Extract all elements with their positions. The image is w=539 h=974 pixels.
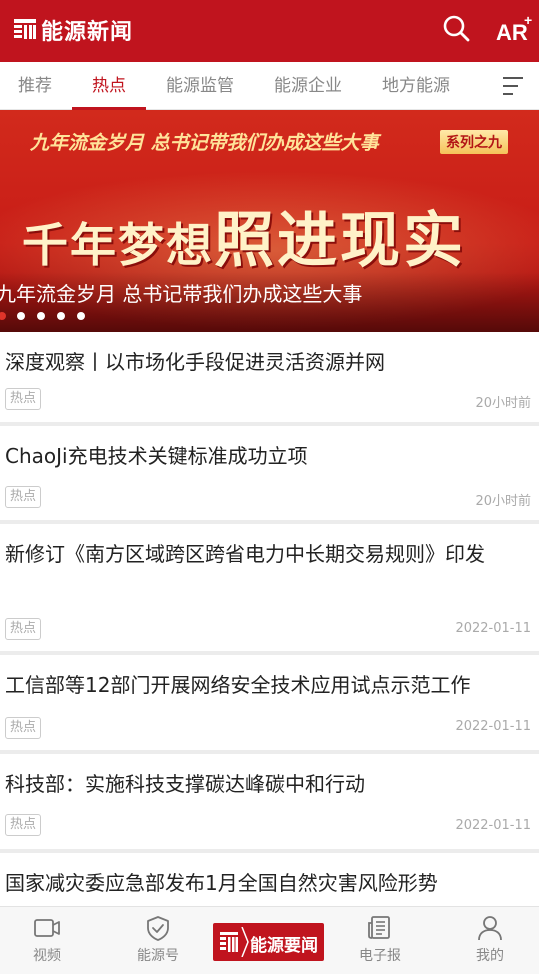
tab-energy-enterprise[interactable]: 能源企业 bbox=[274, 62, 342, 110]
news-title: ChaoJi充电技术关键标准成功立项 bbox=[5, 444, 308, 468]
news-title: 国家减灾委应急部发布1月全国自然灾害风险形势 bbox=[5, 871, 438, 895]
news-item[interactable]: 深度观察丨以市场化手段促进灵活资源并网 热点 20小时前 bbox=[0, 332, 539, 426]
app-logo: 能源新闻 bbox=[14, 14, 133, 46]
news-item[interactable]: 工信部等12部门开展网络安全技术应用试点示范工作 热点 2022-01-11 bbox=[0, 655, 539, 754]
news-item[interactable]: 国家减灾委应急部发布1月全国自然灾害风险形势 bbox=[0, 853, 539, 913]
nav-mine-label: 我的 bbox=[476, 948, 504, 964]
category-tabs: 推荐 热点 能源监管 能源企业 地方能源 bbox=[0, 62, 539, 110]
tab-recommend[interactable]: 推荐 bbox=[18, 62, 52, 110]
ar-button[interactable]: AR + bbox=[494, 12, 534, 48]
news-title: 科技部：实施科技支撑碳达峰碳中和行动 bbox=[5, 772, 365, 796]
video-icon bbox=[34, 919, 60, 937]
nav-energy-headlines[interactable]: 能源要闻 bbox=[213, 923, 324, 961]
banner-headline-part2: 照进现实 bbox=[214, 206, 466, 276]
tab-energy-regulation[interactable]: 能源监管 bbox=[166, 62, 234, 110]
news-tag: 热点 bbox=[5, 717, 42, 739]
banner-headline-part1: 千年梦想 bbox=[22, 218, 214, 272]
nav-energy-account[interactable]: 能源号 bbox=[118, 915, 198, 971]
menu-icon-line bbox=[503, 77, 523, 79]
banner-carousel[interactable]: 九年流金岁月 总书记带我们办成这些大事 系列之九 千年梦想照进现实 九年流金岁月… bbox=[0, 110, 539, 332]
tab-local-energy[interactable]: 地方能源 bbox=[382, 62, 450, 110]
newspaper-logo-icon bbox=[14, 19, 36, 41]
menu-icon-line bbox=[503, 93, 513, 95]
news-tag: 热点 bbox=[5, 814, 42, 836]
news-title: 深度观察丨以市场化手段促进灵活资源并网 bbox=[5, 350, 385, 374]
news-tag: 热点 bbox=[5, 388, 42, 410]
carousel-dot[interactable] bbox=[17, 312, 25, 320]
tab-hot[interactable]: 热点 bbox=[92, 62, 126, 110]
nav-video[interactable]: 视频 bbox=[7, 915, 87, 971]
news-item[interactable]: 科技部：实施科技支撑碳达峰碳中和行动 热点 2022-01-11 bbox=[0, 754, 539, 853]
news-time: 2022-01-11 bbox=[455, 719, 531, 734]
search-icon bbox=[443, 15, 470, 42]
plus-icon: + bbox=[524, 12, 533, 28]
news-item[interactable]: 新修订《南方区域跨区跨省电力中长期交易规则》印发 热点 2022-01-11 bbox=[0, 524, 539, 655]
news-tag: 热点 bbox=[5, 486, 42, 508]
news-time: 2022-01-11 bbox=[455, 621, 531, 636]
separator-chevron-icon bbox=[241, 927, 249, 957]
menu-icon-line bbox=[503, 85, 518, 87]
nav-epaper-label: 电子报 bbox=[359, 948, 401, 964]
user-icon bbox=[478, 916, 502, 941]
nav-mine[interactable]: 我的 bbox=[450, 915, 530, 971]
nav-epaper[interactable]: 电子报 bbox=[340, 915, 420, 971]
banner-headline: 千年梦想照进现实 bbox=[22, 192, 466, 279]
news-item[interactable]: ChaoJi充电技术关键标准成功立项 热点 20小时前 bbox=[0, 426, 539, 524]
news-time: 20小时前 bbox=[475, 494, 531, 509]
banner-top-line: 九年流金岁月 总书记带我们办成这些大事 bbox=[30, 132, 379, 154]
tab-menu-button[interactable] bbox=[503, 74, 527, 98]
news-time: 20小时前 bbox=[475, 396, 531, 411]
search-button[interactable] bbox=[440, 12, 474, 46]
nav-video-label: 视频 bbox=[33, 948, 61, 964]
app-title: 能源新闻 bbox=[41, 19, 134, 45]
app-header: 能源新闻 AR + bbox=[0, 0, 539, 62]
banner-series-badge: 系列之九 bbox=[440, 130, 508, 154]
bottom-navigation: 视频 能源号 能源要闻 电子报 我的 bbox=[0, 906, 539, 974]
news-tag: 热点 bbox=[5, 618, 42, 640]
news-title: 新修订《南方区域跨区跨省电力中长期交易规则》印发 bbox=[5, 542, 485, 566]
nav-energy-headlines-label: 能源要闻 bbox=[250, 936, 318, 956]
banner-caption: 九年流金岁月 总书记带我们办成这些大事 bbox=[0, 282, 363, 306]
carousel-dot[interactable] bbox=[37, 312, 45, 320]
carousel-dot[interactable] bbox=[57, 312, 65, 320]
news-time: 2022-01-11 bbox=[455, 818, 531, 833]
newspaper-logo-icon bbox=[220, 932, 238, 952]
carousel-dot[interactable] bbox=[77, 312, 85, 320]
ar-label: AR bbox=[496, 20, 528, 45]
newspaper-icon bbox=[368, 916, 390, 939]
nav-energy-account-label: 能源号 bbox=[137, 948, 179, 964]
shield-check-icon bbox=[147, 916, 169, 941]
news-title: 工信部等12部门开展网络安全技术应用试点示范工作 bbox=[5, 673, 471, 697]
